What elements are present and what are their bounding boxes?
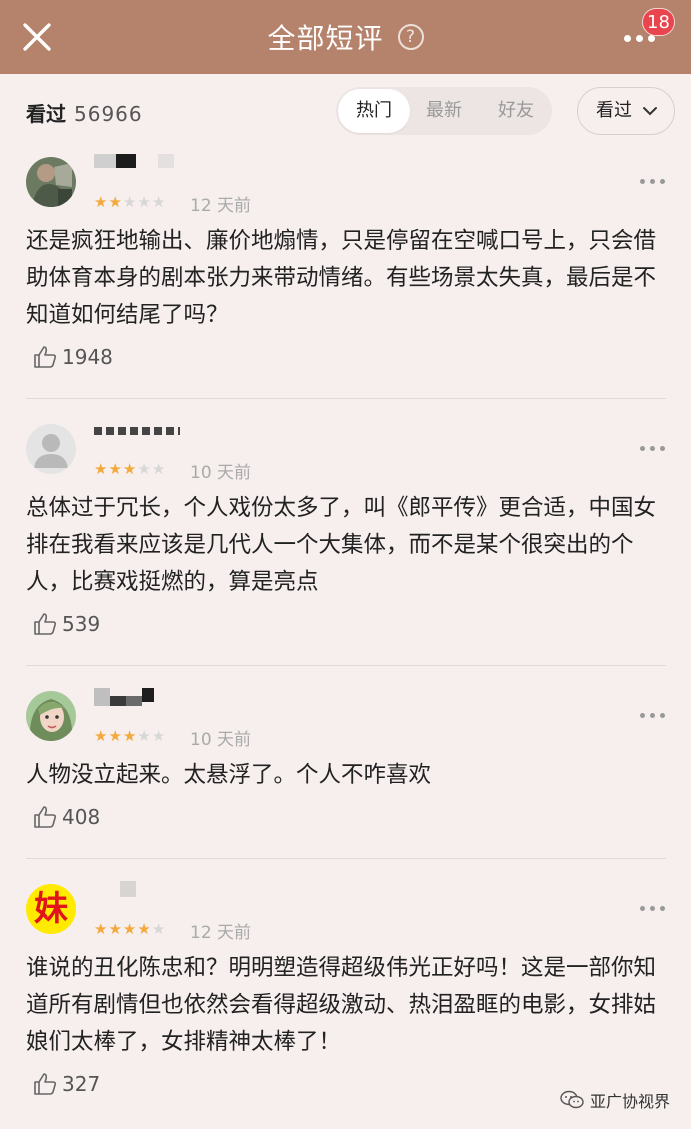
star-empty-icon: ★ [122,193,138,211]
tab-hot[interactable]: 热门 [338,89,410,133]
filter-bar: 看过 56966 热门 最新 好友 看过 [0,74,691,148]
review-time: 12 天前 [190,923,252,943]
star-empty-icon: ★ [137,193,152,211]
star-rating: ★★★★★ [94,193,166,211]
star-filled-icon: ★ [108,193,123,211]
star-rating: ★★★★★ [94,727,166,745]
thumbs-up-icon [34,346,57,368]
star-filled-icon: ★ [108,460,123,478]
star-filled-icon: ★ [94,920,109,938]
like-button[interactable]: 1948 [32,343,113,371]
review-content: 谁说的丑化陈忠和？明明塑造得超级伟光正好吗！这是一部你知道所有剧情但也依然会看得… [26,955,657,1055]
like-count: 327 [62,1072,101,1096]
review-more-button[interactable] [640,904,666,914]
review-more-button[interactable] [640,711,666,721]
like-count: 408 [62,805,101,829]
star-filled-icon: ★ [122,727,138,745]
top-bar: 全部短评 ? 18 [0,0,691,74]
tab-latest[interactable]: 最新 [408,87,480,135]
star-filled-icon: ★ [122,920,138,938]
star-rating: ★★★★★ [94,460,166,478]
review-content: 还是疯狂地输出、廉价地煽情，只是停留在空喊口号上，只会借助体育本身的剧本张力来带… [26,228,657,328]
star-filled-icon: ★ [94,460,109,478]
review-more-button[interactable] [640,177,666,187]
star-filled-icon: ★ [137,920,152,938]
seen-filter-dropdown[interactable]: 看过 [577,87,675,135]
star-filled-icon: ★ [108,920,123,938]
thumbs-up-icon [34,806,57,828]
close-icon [23,23,51,51]
like-count: 1948 [62,345,113,369]
sort-tabs: 热门 最新 好友 [336,87,552,135]
review-time: 10 天前 [190,463,252,483]
divider [26,398,666,399]
review-time: 10 天前 [190,730,252,750]
thumbs-up-icon [34,1073,57,1095]
star-filled-icon: ★ [108,727,123,745]
like-button[interactable]: 408 [32,803,100,831]
star-rating: ★★★★★ [94,920,166,938]
divider [26,665,666,666]
chevron-down-icon [643,107,657,116]
avatar[interactable] [26,424,76,474]
star-empty-icon: ★ [151,460,167,478]
seen-count: 看过 56966 [26,98,143,127]
like-count: 539 [62,612,101,636]
watermark-text: 亚广协视界 [590,1092,671,1111]
like-button[interactable]: 327 [32,1070,100,1098]
avatar[interactable] [26,157,76,207]
divider [26,858,666,859]
seen-filter-label: 看过 [596,100,632,121]
review-more-button[interactable] [640,444,666,454]
avatar[interactable] [26,691,76,741]
wechat-icon [560,1090,584,1109]
like-button[interactable]: 539 [32,610,100,638]
username-redacted [94,881,136,901]
review-time: 12 天前 [190,196,252,216]
star-empty-icon: ★ [137,727,152,745]
star-filled-icon: ★ [94,727,109,745]
review-content: 总体过于冗长，个人戏份太多了，叫《郎平传》更合适，中国女排在我看来应该是几代人一… [26,495,657,595]
star-empty-icon: ★ [137,460,152,478]
close-button[interactable] [18,18,56,56]
tab-friends[interactable]: 好友 [480,87,552,135]
help-icon[interactable]: ? [397,24,424,50]
star-empty-icon: ★ [151,920,167,938]
notification-badge: 18 [642,8,675,36]
page-title: 全部短评 [267,22,384,55]
star-filled-icon: ★ [94,193,109,211]
star-empty-icon: ★ [151,193,167,211]
review-content: 人物没立起来。太悬浮了。个人不咋喜欢 [26,762,432,788]
seen-count-label: 看过 [26,102,66,126]
star-filled-icon: ★ [122,460,138,478]
username-redacted [94,154,174,174]
watermark: 亚广协视界 [560,1088,670,1112]
username-redacted [94,688,154,708]
avatar-character: 妹 [34,889,68,929]
star-empty-icon: ★ [151,727,167,745]
thumbs-up-icon [34,613,57,635]
username-redacted [94,421,180,441]
avatar[interactable]: 妹 [26,884,76,934]
seen-count-value: 56966 [74,102,143,126]
